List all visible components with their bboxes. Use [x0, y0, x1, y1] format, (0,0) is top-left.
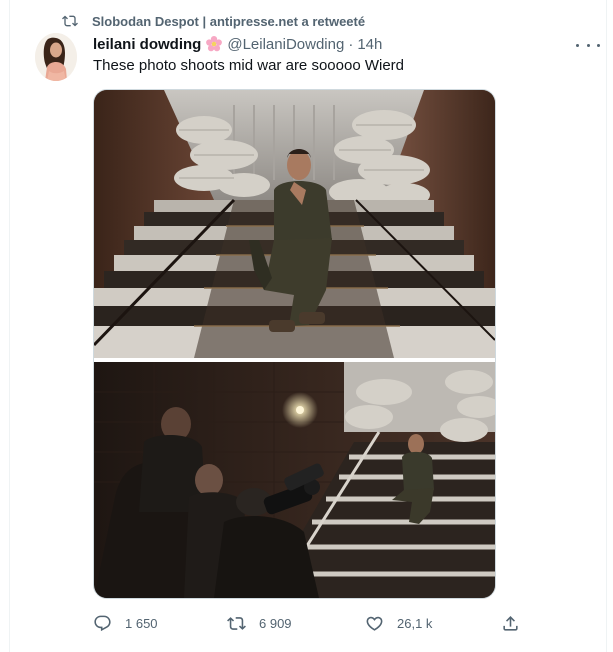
tweet-text: These photo shoots mid war are sooooo Wi… [93, 57, 404, 74]
cherry-blossom-icon [206, 35, 223, 52]
tweet-timestamp[interactable]: 14h [357, 36, 382, 53]
share-icon [503, 616, 518, 631]
more-options-button[interactable] [576, 36, 600, 54]
photo-2[interactable] [94, 362, 495, 598]
reply-icon [94, 615, 111, 632]
photo-1[interactable] [94, 90, 495, 358]
retweet-button[interactable]: 6 909 [227, 614, 292, 633]
author-display-name[interactable]: leilani dowding [93, 36, 201, 53]
retweet-icon [62, 15, 78, 27]
reply-button[interactable]: 1 650 [93, 614, 158, 633]
media-grid [93, 89, 496, 599]
more-dot-icon [586, 43, 590, 47]
more-dot-icon [597, 43, 600, 47]
share-button[interactable] [501, 614, 533, 633]
tweet-card[interactable]: Slobodan Despot | antipresse.net a retwe… [9, 0, 607, 652]
heart-icon [366, 616, 383, 631]
retweet-icon [227, 617, 246, 630]
separator-dot: · [348, 35, 354, 53]
like-count: 26,1 k [397, 616, 433, 631]
retweet-count: 6 909 [259, 616, 292, 631]
retweet-context[interactable]: Slobodan Despot | antipresse.net a retwe… [62, 12, 365, 30]
more-dot-icon [576, 43, 579, 47]
action-bar: 1 650 6 909 26,1 k [93, 614, 533, 634]
like-button[interactable]: 26,1 k [365, 614, 432, 633]
author-row: leilani dowding @LeilaniDowding · 14h [93, 35, 382, 53]
reply-count: 1 650 [125, 616, 158, 631]
avatar[interactable] [35, 33, 77, 81]
author-handle[interactable]: @LeilaniDowding [227, 36, 344, 53]
retweet-context-text: Slobodan Despot | antipresse.net a retwe… [92, 13, 366, 29]
